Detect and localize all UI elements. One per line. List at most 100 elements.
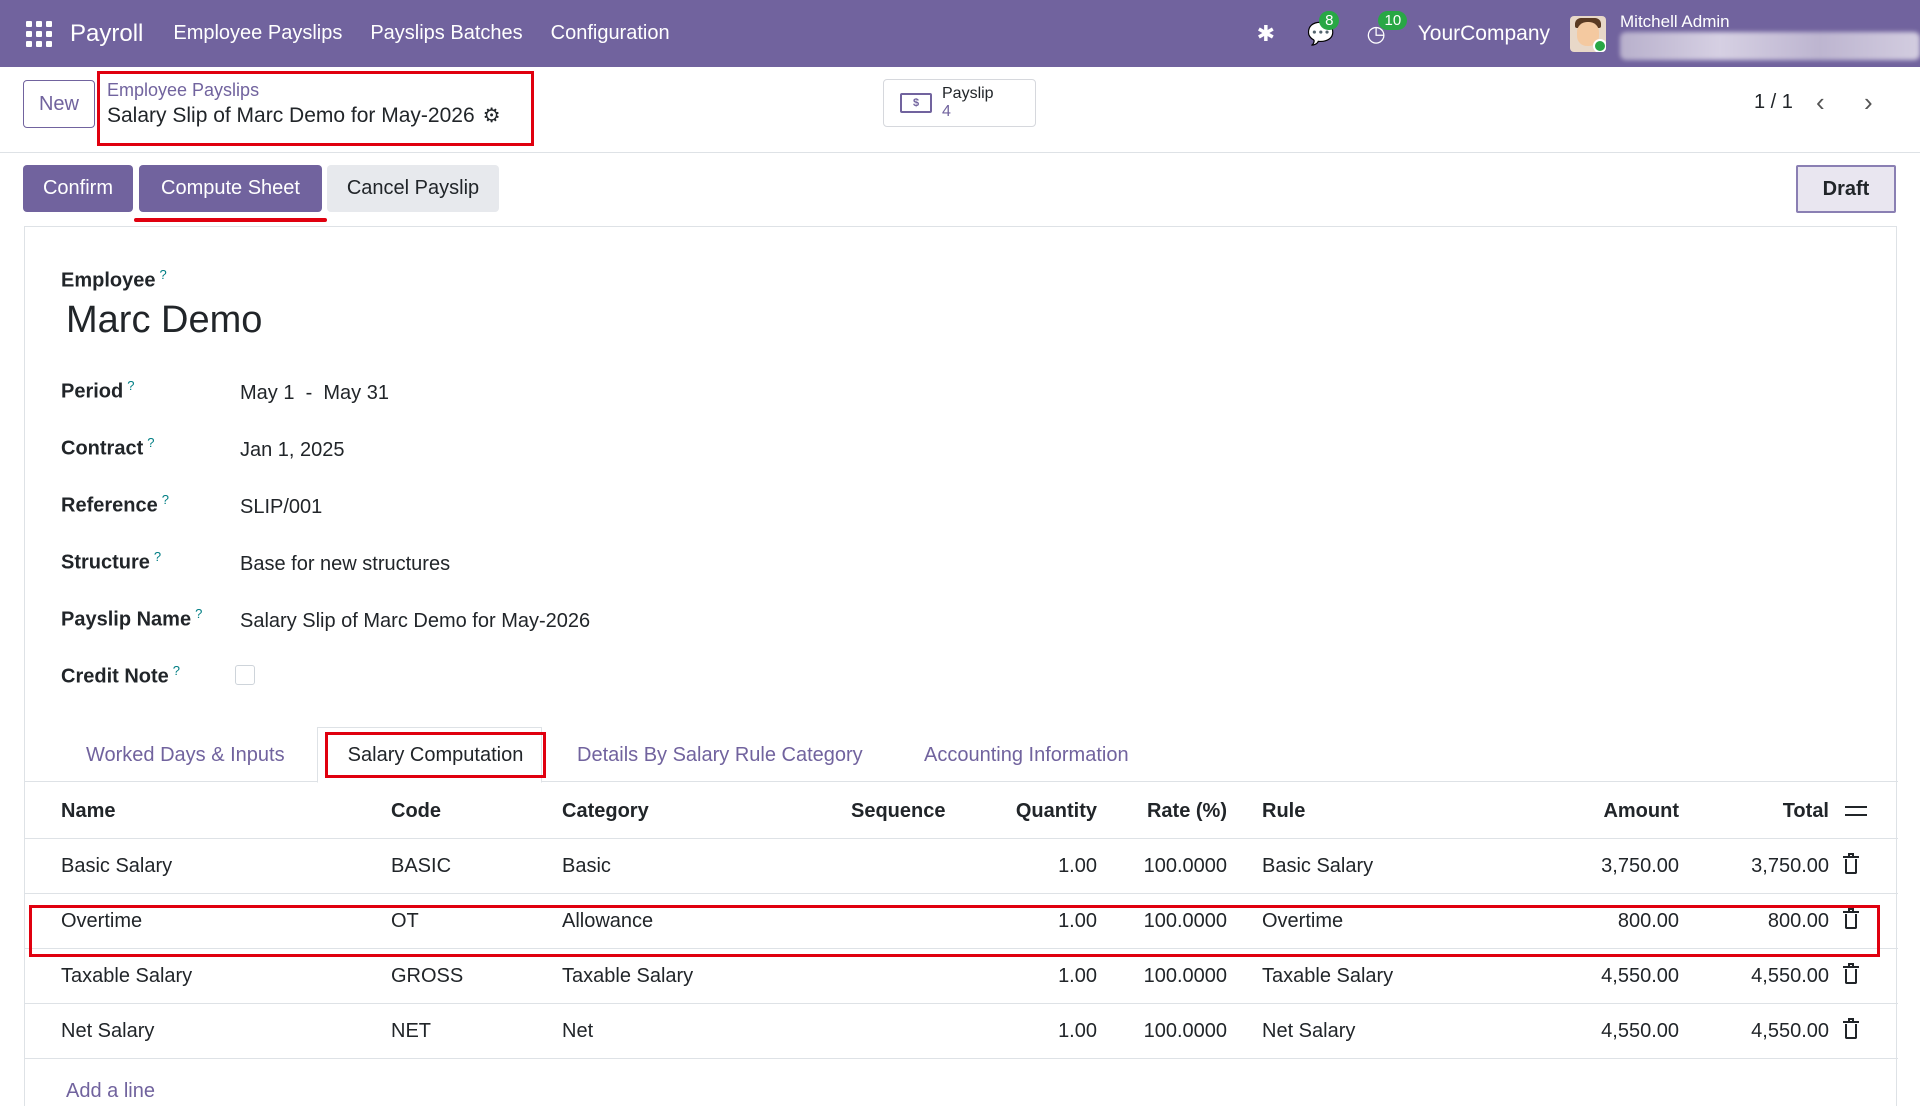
reference-label: Reference? <box>61 492 169 517</box>
user-name: Mitchell Admin <box>1620 12 1730 31</box>
col-code[interactable]: Code <box>391 800 441 823</box>
cell-amount: 3,750.00 <box>1601 855 1679 877</box>
breadcrumb: Employee Payslips Salary Slip of Marc De… <box>97 71 534 146</box>
employee-field[interactable]: Marc Demo <box>66 299 262 342</box>
cancel-payslip-button[interactable]: Cancel Payslip <box>327 165 499 212</box>
cell-code: GROSS <box>391 965 464 987</box>
column-settings-icon[interactable] <box>1845 802 1867 820</box>
delete-row-trash-icon[interactable] <box>1843 908 1859 930</box>
table-row[interactable]: Taxable Salary GROSS Taxable Salary 1.00… <box>25 949 1898 1004</box>
cell-category: Basic <box>562 855 611 877</box>
cell-rate: 100.0000 <box>1143 910 1227 932</box>
messages-icon[interactable]: 💬 8 <box>1307 10 1340 47</box>
debug-bug-icon[interactable]: ✱ <box>1257 21 1275 47</box>
col-total[interactable]: Total <box>1685 800 1829 823</box>
record-title: Salary Slip of Marc Demo for May-2026 <box>107 103 475 127</box>
tab-details-by-salary-rule-category[interactable]: Details By Salary Rule Category <box>577 744 863 767</box>
new-button[interactable]: New <box>23 80 95 128</box>
app-menu-icon[interactable] <box>26 20 52 47</box>
confirm-button[interactable]: Confirm <box>23 165 133 212</box>
cell-code: BASIC <box>391 855 452 877</box>
payslip-name-field[interactable]: Salary Slip of Marc Demo for May-2026 <box>240 610 590 633</box>
compute-sheet-button[interactable]: Compute Sheet <box>139 165 322 212</box>
company-switcher[interactable]: YourCompany <box>1418 22 1550 46</box>
cell-quantity: 1.00 <box>1058 965 1097 987</box>
credit-note-checkbox[interactable] <box>235 665 255 685</box>
pager-next-icon[interactable]: › <box>1864 87 1873 118</box>
cell-quantity: 1.00 <box>1058 855 1097 877</box>
contract-label: Contract? <box>61 435 155 460</box>
cell-total: 4,550.00 <box>1751 1020 1829 1042</box>
menu-configuration[interactable]: Configuration <box>551 22 670 45</box>
gear-icon[interactable]: ⚙ <box>483 103 501 128</box>
delete-row-trash-icon[interactable] <box>1843 1018 1859 1040</box>
table-row[interactable]: Overtime OT Allowance 1.00 100.0000 Over… <box>25 894 1898 949</box>
period-label: Period? <box>61 378 135 403</box>
delete-row-trash-icon[interactable] <box>1843 853 1859 875</box>
user-menu[interactable]: Mitchell Admin <box>1620 0 1920 67</box>
cell-name: Overtime <box>61 910 143 932</box>
structure-field[interactable]: Base for new structures <box>240 553 450 576</box>
cell-rule: Net Salary <box>1262 1020 1356 1042</box>
tab-salary-computation[interactable]: Salary Computation <box>325 732 546 778</box>
add-line-link[interactable]: Add a line <box>66 1080 155 1103</box>
structure-label: Structure? <box>61 549 162 574</box>
employee-label: Employee? <box>61 267 167 292</box>
money-icon: $ <box>900 93 932 113</box>
col-sequence[interactable]: Sequence <box>851 800 945 823</box>
cell-category: Allowance <box>562 910 654 932</box>
cell-amount: 4,550.00 <box>1601 1020 1679 1042</box>
cell-category: Net <box>562 1020 594 1042</box>
cell-category: Taxable Salary <box>562 965 694 987</box>
messages-badge: 8 <box>1319 10 1340 30</box>
breadcrumb-parent-link[interactable]: Employee Payslips <box>107 80 259 101</box>
control-panel: New Employee Payslips Salary Slip of Mar… <box>0 67 1920 153</box>
smart-button-count: 4 <box>942 103 951 120</box>
col-category[interactable]: Category <box>562 800 649 823</box>
tab-worked-days-inputs[interactable]: Worked Days & Inputs <box>86 744 285 767</box>
cell-rule: Taxable Salary <box>1262 965 1394 987</box>
table-header: Name Code Category Sequence Quantity Rat… <box>25 782 1898 839</box>
app-name[interactable]: Payroll <box>70 20 143 48</box>
status-bar: Confirm Compute Sheet Cancel Payslip Dra… <box>0 153 1920 226</box>
pager-previous-icon[interactable]: ‹ <box>1816 87 1825 118</box>
reference-field[interactable]: SLIP/001 <box>240 496 322 519</box>
activities-clock-icon[interactable]: ◷ 10 <box>1366 10 1408 47</box>
cell-name: Net Salary <box>61 1020 155 1042</box>
delete-row-trash-icon[interactable] <box>1843 963 1859 985</box>
col-name[interactable]: Name <box>61 800 115 823</box>
contract-field[interactable]: Jan 1, 2025 <box>240 439 345 462</box>
col-rule[interactable]: Rule <box>1262 800 1305 823</box>
cell-total: 800.00 <box>1767 910 1829 932</box>
top-navbar: Payroll Employee Payslips Payslips Batch… <box>0 0 1920 67</box>
cell-amount: 4,550.00 <box>1601 965 1679 987</box>
credit-note-label: Credit Note? <box>61 663 181 688</box>
cell-rule: Overtime <box>1262 910 1344 932</box>
col-amount[interactable]: Amount <box>1485 800 1679 823</box>
status-draft[interactable]: Draft <box>1796 165 1896 213</box>
redacted-area <box>1620 32 1920 60</box>
period-field[interactable]: May 1 - May 31 <box>240 382 389 405</box>
cell-name: Basic Salary <box>61 855 173 877</box>
cell-total: 3,750.00 <box>1751 855 1829 877</box>
cell-rule: Basic Salary <box>1262 855 1374 877</box>
user-avatar[interactable] <box>1570 15 1606 52</box>
cell-quantity: 1.00 <box>1058 910 1097 932</box>
compute-sheet-highlight <box>134 218 327 222</box>
notebook-tabs: Worked Days & Inputs Salary Computation … <box>25 727 1898 783</box>
breadcrumb-current: Salary Slip of Marc Demo for May-2026 ⚙ <box>107 103 501 128</box>
menu-employee-payslips[interactable]: Employee Payslips <box>173 22 342 45</box>
menu-payslips-batches[interactable]: Payslips Batches <box>370 22 522 45</box>
table-row[interactable]: Basic Salary BASIC Basic 1.00 100.0000 B… <box>25 839 1898 894</box>
col-rate[interactable]: Rate (%) <box>1105 800 1227 823</box>
payslip-name-label: Payslip Name? <box>61 606 203 631</box>
col-quantity[interactable]: Quantity <box>975 800 1097 823</box>
cell-rate: 100.0000 <box>1143 1020 1227 1042</box>
payslip-smart-button[interactable]: $ Payslip 4 <box>883 79 1036 127</box>
tab-accounting-information[interactable]: Accounting Information <box>924 744 1129 767</box>
table-row[interactable]: Net Salary NET Net 1.00 100.0000 Net Sal… <box>25 1004 1898 1059</box>
pager-value[interactable]: 1 / 1 <box>1754 91 1793 114</box>
cell-name: Taxable Salary <box>61 965 193 987</box>
cell-rate: 100.0000 <box>1143 965 1227 987</box>
cell-total: 4,550.00 <box>1751 965 1829 987</box>
